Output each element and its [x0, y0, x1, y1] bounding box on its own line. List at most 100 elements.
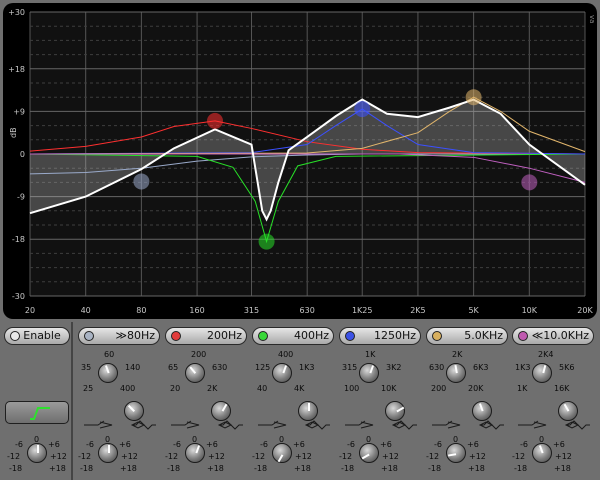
band-3-freq-tick-left: 125 — [255, 363, 271, 372]
master-gain-tick-p12: +12 — [50, 452, 67, 461]
band-4-freq-knob[interactable] — [359, 363, 379, 383]
band-6-filter-type-icons — [518, 420, 590, 430]
band-5-filter-type-knob[interactable] — [472, 401, 492, 421]
band-1-gain-knob[interactable] — [98, 443, 118, 463]
x-tick-label: 40 — [81, 306, 91, 315]
master-gain-knob-pointer — [37, 445, 39, 453]
band-2-handle[interactable] — [207, 112, 223, 129]
master-gain-tick-m18: -18 — [9, 464, 23, 473]
band-2-freq-tick-high: 2K — [207, 384, 218, 393]
band-4-freq-tick-high: 10K — [381, 384, 397, 393]
band-5-gain-tick-p12: +12 — [469, 452, 486, 461]
band-2-filter-type-knob-pointer — [221, 403, 228, 412]
enable-toggle[interactable]: Enable — [4, 327, 70, 345]
band-1-freq-knob[interactable] — [98, 363, 118, 383]
band-2-gain-knob[interactable] — [185, 443, 205, 463]
x-tick-label: 5K — [468, 306, 479, 315]
band-3-select-button[interactable]: 400Hz — [252, 327, 334, 345]
band-6-freq-tick-high: 16K — [554, 384, 570, 393]
band-2-led — [171, 331, 181, 341]
band-4-handle[interactable] — [354, 101, 371, 118]
band-5-filter-type-knob-pointer — [478, 403, 484, 412]
band-2-freq-tick-right: 630 — [212, 363, 228, 372]
band-1-gain-tick-p6: +6 — [119, 440, 131, 449]
band-2-gain-tick-p6: +6 — [206, 440, 218, 449]
band-2-select-button[interactable]: 200Hz — [165, 327, 247, 345]
band-5-freq-tick-low: 200 — [431, 384, 447, 393]
x-tick-label: 630 — [300, 306, 315, 315]
band-5-handle[interactable] — [465, 89, 482, 106]
band-5-freq-tick-left: 630 — [429, 363, 445, 372]
eq-frequency-graph[interactable]: 20 40 80 160 315 630 1K25 2K5 5K 10K 20K +30 +18 +9 0 -… — [3, 3, 597, 319]
band-1-handle[interactable] — [133, 173, 150, 190]
band-2-gain-tick-p12: +12 — [208, 452, 225, 461]
band-5-select-button[interactable]: 5.0KHz — [426, 327, 508, 345]
band-1-gain-tick-m6: -6 — [86, 440, 94, 449]
band-5-freq-tick-right: 6K3 — [473, 363, 489, 372]
band-6-gain-tick-p6: +6 — [553, 440, 565, 449]
band-2-gain-tick-m18: -18 — [167, 464, 181, 473]
band-2-freq-knob[interactable] — [185, 363, 205, 383]
band-3-filter-type-knob[interactable] — [298, 401, 318, 421]
band-3-freq-knob-pointer — [282, 365, 288, 374]
band-1-freq-tick-left: 35 — [81, 363, 92, 372]
filter-curve-button[interactable] — [5, 401, 69, 424]
band-6-freq-knob[interactable] — [532, 363, 552, 383]
x-tick-label: 1K25 — [352, 306, 373, 315]
eq-graph-panel[interactable]: 20 40 80 160 315 630 1K25 2K5 5K 10K 20K +30 +18 +9 0 -… — [3, 3, 597, 319]
band-1-select-button[interactable]: ≫80Hz — [78, 327, 160, 345]
band-4-gain-knob[interactable] — [359, 443, 379, 463]
band-6-select-button[interactable]: ≪10.0KHz — [512, 327, 594, 345]
y-tick-label: -18 — [12, 235, 25, 244]
band-6-gain-tick-m12: -12 — [512, 452, 526, 461]
band-2-filter-type-knob[interactable] — [211, 401, 231, 421]
band-2-freq-tick-top: 200 — [191, 350, 207, 359]
corner-label: va — [588, 15, 596, 23]
band-3-freq-tick-high: 4K — [294, 384, 305, 393]
band-4-freq-tick-right: 3K2 — [386, 363, 402, 372]
band-6-led — [518, 331, 528, 341]
band-6-filter-type-knob-pointer — [563, 403, 570, 412]
band-3-gain-knob-pointer — [277, 454, 284, 463]
band-5-freq-tick-top: 2K — [452, 350, 463, 359]
band-5-gain-knob[interactable] — [446, 443, 466, 463]
band-1-led — [84, 331, 94, 341]
band-6-gain-knob[interactable] — [532, 443, 552, 463]
band-5-freq-knob[interactable] — [446, 363, 466, 383]
band-2-freq-knob-pointer — [189, 366, 197, 374]
band-3-freq-knob[interactable] — [272, 363, 292, 383]
band-5-gain-tick-p6: +6 — [467, 440, 479, 449]
band-6-handle[interactable] — [521, 174, 538, 191]
band-6-freq-tick-left: 1K3 — [515, 363, 531, 372]
band-4-filter-type-icons — [345, 420, 417, 430]
band-4-select-button[interactable]: 1250Hz — [339, 327, 421, 345]
band-6-gain-knob-pointer — [538, 445, 544, 454]
band-2-gain-knob-pointer — [195, 445, 201, 454]
x-tick-label: 160 — [189, 306, 204, 315]
band-4-filter-type-knob[interactable] — [385, 401, 405, 421]
band-1-freq-knob-pointer — [104, 365, 110, 374]
band-4-freq-knob-pointer — [369, 365, 375, 374]
band-3-gain-knob[interactable] — [272, 443, 292, 463]
band-6-freq-tick-top: 2K4 — [538, 350, 554, 359]
master-gain-knob[interactable] — [27, 443, 47, 463]
band-2-gain-tick-p18: +18 — [207, 464, 224, 473]
band-3-filter-type-knob-pointer — [308, 403, 310, 411]
band-3-gain-tick-p6: +6 — [293, 440, 305, 449]
band-6-filter-type-knob[interactable] — [558, 401, 578, 421]
band-5-gain-tick-m12: -12 — [426, 452, 440, 461]
band-1-gain-tick-m12: -12 — [78, 452, 92, 461]
band-1-filter-type-knob[interactable] — [124, 401, 144, 421]
band-3-handle[interactable] — [258, 233, 275, 250]
band-5-freq-knob-pointer — [454, 364, 458, 374]
y-tick-label: 0 — [20, 150, 25, 159]
x-tick-label: 20K — [577, 306, 593, 315]
band-3-gain-tick-m18: -18 — [254, 464, 268, 473]
y-tick-label: +30 — [8, 8, 25, 17]
band-3-gain-tick-m6: -6 — [260, 440, 268, 449]
band-3-freq-tick-low: 40 — [257, 384, 268, 393]
y-tick-label: -30 — [12, 292, 25, 301]
band-1-gain-knob-pointer — [108, 445, 110, 453]
x-tick-label: 2K5 — [410, 306, 425, 315]
band-3-led — [258, 331, 268, 341]
